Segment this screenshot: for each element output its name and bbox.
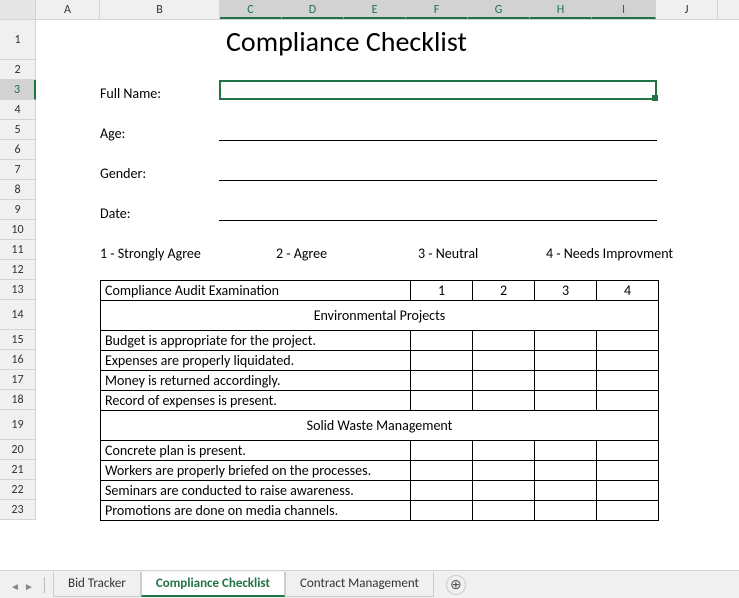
- tab-contract-management[interactable]: Contract Management: [285, 572, 434, 597]
- header-col-1: 1: [411, 281, 473, 301]
- scale-4: 4 - Needs Improvment: [546, 245, 673, 262]
- row-21[interactable]: 21: [0, 460, 36, 480]
- header-col-4: 4: [597, 281, 659, 301]
- table-row: Record of expenses is present.: [101, 391, 659, 411]
- col-D[interactable]: D: [282, 0, 344, 19]
- tab-next-icon[interactable]: ►: [24, 580, 34, 590]
- cell-selection[interactable]: [219, 80, 657, 100]
- table-row: Expenses are properly liquidated.: [101, 351, 659, 371]
- tab-separator: [44, 577, 45, 593]
- row-9[interactable]: 9: [0, 200, 36, 220]
- row-4[interactable]: 4: [0, 100, 36, 120]
- label-fullname: Full Name:: [100, 85, 161, 102]
- row-10[interactable]: 10: [0, 220, 36, 240]
- col-F[interactable]: F: [406, 0, 468, 19]
- section2-title: Solid Waste Management: [101, 411, 659, 441]
- row-7[interactable]: 7: [0, 160, 36, 180]
- select-all-corner[interactable]: [0, 0, 36, 19]
- header-label: Compliance Audit Examination: [101, 281, 411, 301]
- col-J[interactable]: J: [656, 0, 718, 19]
- row-12[interactable]: 12: [0, 260, 36, 280]
- header-col-3: 3: [535, 281, 597, 301]
- row-2[interactable]: 2: [0, 60, 36, 80]
- field-underline-age: [219, 140, 657, 141]
- row-5[interactable]: 5: [0, 120, 36, 140]
- tab-compliance-checklist[interactable]: Compliance Checklist: [141, 572, 285, 597]
- label-age: Age:: [100, 125, 125, 142]
- checklist-table: Compliance Audit Examination 1 2 3 4 Env…: [100, 280, 659, 521]
- tab-nav: ◄ ►: [0, 580, 44, 590]
- row-19[interactable]: 19: [0, 410, 36, 440]
- row-6[interactable]: 6: [0, 140, 36, 160]
- spreadsheet-grid[interactable]: Compliance Checklist Full Name: Age: Gen…: [36, 20, 739, 520]
- row-23[interactable]: 23: [0, 500, 36, 520]
- row-16[interactable]: 16: [0, 350, 36, 370]
- column-headers: A B C D E F G H I J: [0, 0, 739, 20]
- col-C[interactable]: C: [220, 0, 282, 19]
- row-14[interactable]: 14: [0, 300, 36, 330]
- row-17[interactable]: 17: [0, 370, 36, 390]
- row-22[interactable]: 22: [0, 480, 36, 500]
- col-I[interactable]: I: [592, 0, 656, 19]
- row-18[interactable]: 18: [0, 390, 36, 410]
- row-headers: 1 2 3 4 5 6 7 8 9 10 11 12 13 14 15 16 1…: [0, 20, 36, 520]
- sheet-tab-bar: ◄ ► Bid Tracker Compliance Checklist Con…: [0, 570, 739, 598]
- table-row: Concrete plan is present.: [101, 441, 659, 461]
- page-title: Compliance Checklist: [226, 24, 467, 59]
- row-1[interactable]: 1: [0, 20, 36, 60]
- col-A[interactable]: A: [36, 0, 100, 19]
- label-gender: Gender:: [100, 165, 146, 182]
- scale-2: 2 - Agree: [276, 245, 327, 262]
- scale-3: 3 - Neutral: [418, 245, 478, 262]
- fill-handle[interactable]: [652, 95, 658, 101]
- row-13[interactable]: 13: [0, 280, 36, 300]
- col-H[interactable]: H: [530, 0, 592, 19]
- sheet-tabs: Bid Tracker Compliance Checklist Contrac…: [53, 572, 434, 597]
- col-B[interactable]: B: [100, 0, 220, 19]
- row-20[interactable]: 20: [0, 440, 36, 460]
- add-sheet-icon[interactable]: ⊕: [446, 575, 466, 595]
- table-row: Money is returned accordingly.: [101, 371, 659, 391]
- row-3[interactable]: 3: [0, 80, 36, 100]
- scale-1: 1 - Strongly Agree: [100, 245, 201, 262]
- table-row: Seminars are conducted to raise awarenes…: [101, 481, 659, 501]
- table-header-row: Compliance Audit Examination 1 2 3 4: [101, 281, 659, 301]
- label-date: Date:: [100, 205, 130, 222]
- section1-title: Environmental Projects: [101, 301, 659, 331]
- table-row: Budget is appropriate for the project.: [101, 331, 659, 351]
- col-E[interactable]: E: [344, 0, 406, 19]
- table-row: Promotions are done on media channels.: [101, 501, 659, 521]
- col-G[interactable]: G: [468, 0, 530, 19]
- table-row: Workers are properly briefed on the proc…: [101, 461, 659, 481]
- field-underline-date: [219, 220, 657, 221]
- row-8[interactable]: 8: [0, 180, 36, 200]
- tab-bid-tracker[interactable]: Bid Tracker: [53, 572, 141, 597]
- header-col-2: 2: [473, 281, 535, 301]
- field-underline-gender: [219, 180, 657, 181]
- tab-prev-icon[interactable]: ◄: [10, 580, 20, 590]
- row-11[interactable]: 11: [0, 240, 36, 260]
- row-15[interactable]: 15: [0, 330, 36, 350]
